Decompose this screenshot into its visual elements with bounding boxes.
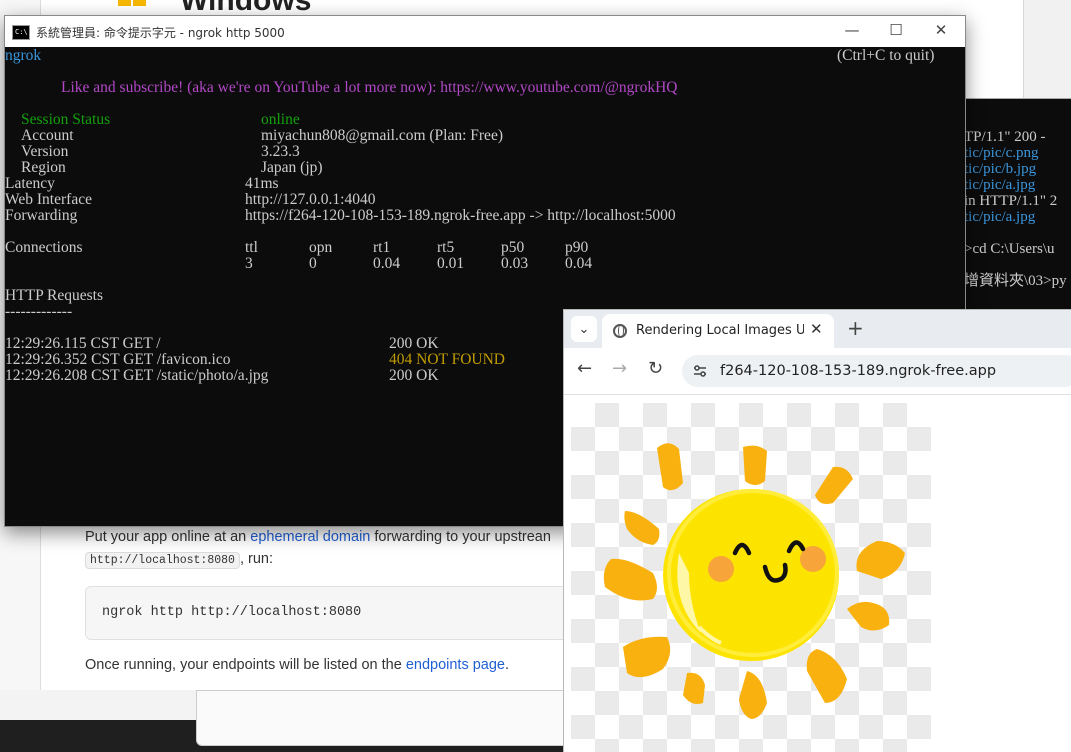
- conn-value-p90: 0.04: [565, 255, 593, 272]
- connections-label: Connections: [5, 239, 83, 256]
- conn-value-p50: 0.03: [501, 255, 529, 272]
- conn-value-rt1: 0.04: [373, 255, 401, 272]
- tab-close-icon[interactable]: ✕: [810, 320, 823, 338]
- tab-strip: ⌄ Rendering Local Images Using ✕ +: [564, 310, 1071, 348]
- forwarding-label: Forwarding: [5, 207, 78, 224]
- minimize-button[interactable]: —: [829, 16, 875, 47]
- code-block[interactable]: ngrok http http://localhost:8080: [85, 586, 577, 640]
- sun-image: [603, 443, 905, 719]
- sun-ray: [806, 649, 847, 703]
- sun-ray: [657, 443, 683, 491]
- doc-paragraph-endpoints: Once running, your endpoints will be lis…: [85, 657, 510, 673]
- url-text: f264-120-108-153-189.ngrok-free.app: [720, 363, 997, 379]
- tab-search-button[interactable]: ⌄: [571, 316, 597, 342]
- session-status-label: Session Status: [21, 111, 111, 128]
- account-label: Account: [21, 127, 74, 144]
- sun-ray: [683, 672, 705, 704]
- latency-value: 41ms: [245, 175, 279, 192]
- sun-ray: [856, 541, 905, 579]
- sun-ray: [739, 671, 767, 719]
- close-button[interactable]: ✕: [918, 16, 964, 47]
- forward-button[interactable]: →: [612, 358, 627, 379]
- http-requests-rule: -------------: [5, 303, 73, 320]
- web-interface-label: Web Interface: [5, 191, 92, 208]
- conn-value-ttl: 3: [245, 255, 253, 272]
- conn-header-p90: p90: [565, 239, 589, 256]
- code-block-command: ngrok http http://localhost:8080: [102, 605, 362, 620]
- inline-code-localhost: http://localhost:8080: [85, 552, 240, 569]
- region-label: Region: [21, 159, 66, 176]
- console-window-title: 系統管理員: 命令提示字元 - ngrok http 5000: [36, 26, 285, 40]
- sun-ray: [624, 511, 660, 545]
- web-interface-value: http://127.0.0.1:4040: [245, 191, 376, 208]
- globe-icon: [613, 324, 627, 338]
- terminal2-output: TP/1.1" 200 - tic/pic/c.png tic/pic/b.jp…: [964, 129, 1067, 289]
- sun-ray: [815, 466, 853, 504]
- session-status-value: online: [261, 111, 300, 128]
- background-strip: [0, 690, 196, 720]
- http-requests-label: HTTP Requests: [5, 287, 104, 304]
- tab-rendering-local-images[interactable]: Rendering Local Images Using ✕: [602, 314, 834, 348]
- endpoints-page-link[interactable]: endpoints page: [406, 657, 505, 673]
- maximize-button[interactable]: ☐: [873, 16, 919, 47]
- back-button[interactable]: ←: [577, 358, 592, 379]
- sun-ray: [743, 445, 767, 485]
- doc-right-panel: [1023, 0, 1071, 100]
- doc-paragraph-run: http://localhost:8080, run:: [85, 551, 273, 569]
- new-tab-button[interactable]: +: [847, 316, 864, 340]
- site-info-icon[interactable]: [692, 363, 708, 379]
- request-status: 200 OK: [389, 367, 439, 384]
- sun-cheek: [708, 556, 734, 582]
- transparent-image-background: [571, 403, 931, 752]
- conn-header-opn: opn: [309, 239, 333, 256]
- sun-ray: [847, 601, 890, 631]
- terminal2-window[interactable]: TP/1.1" 200 - tic/pic/c.png tic/pic/b.jp…: [955, 98, 1071, 311]
- browser-window[interactable]: ⌄ Rendering Local Images Using ✕ + ← → ↻…: [563, 309, 1071, 752]
- ngrok-app-name: ngrok: [5, 47, 42, 64]
- region-value: Japan (jp): [261, 159, 323, 176]
- sun-ray: [623, 636, 671, 678]
- console-titlebar[interactable]: C:\ 系統管理員: 命令提示字元 - ngrok http 5000 — ☐ …: [5, 16, 965, 47]
- browser-toolbar: ← → ↻ f264-120-108-153-189.ngrok-free.ap…: [564, 348, 1071, 395]
- reload-button[interactable]: ↻: [648, 358, 663, 379]
- background-window-bottom: [196, 690, 578, 746]
- conn-header-rt5: rt5: [437, 239, 455, 256]
- account-value: miyachun808@gmail.com (Plan: Free): [261, 127, 503, 144]
- latency-label: Latency: [5, 175, 55, 192]
- conn-value-opn: 0: [309, 255, 317, 272]
- quit-hint: (Ctrl+C to quit): [837, 47, 935, 64]
- promo-line: Like and subscribe! (aka we're on YouTub…: [61, 79, 678, 96]
- ephemeral-domain-link[interactable]: ephemeral domain: [250, 529, 370, 545]
- sun-ray: [603, 558, 657, 601]
- conn-header-ttl: ttl: [245, 239, 258, 256]
- tab-title: Rendering Local Images Using: [636, 323, 804, 338]
- conn-header-rt1: rt1: [373, 239, 391, 256]
- version-value: 3.23.3: [261, 143, 300, 160]
- request-row: 12:29:26.352 CST GET /favicon.ico: [5, 351, 231, 368]
- windows-logo-icon: [118, 0, 148, 8]
- conn-value-rt5: 0.01: [437, 255, 465, 272]
- forwarding-value: https://f264-120-108-153-189.ngrok-free.…: [245, 207, 676, 224]
- request-row: 12:29:26.208 CST GET /static/photo/a.jpg: [5, 367, 269, 384]
- request-status: 200 OK: [389, 335, 439, 352]
- page-viewport: [564, 395, 1071, 752]
- conn-header-p50: p50: [501, 239, 525, 256]
- address-bar[interactable]: f264-120-108-153-189.ngrok-free.app: [682, 355, 1071, 387]
- doc-paragraph-forwarding: Put your app online at an ephemeral doma…: [85, 529, 551, 545]
- request-row: 12:29:26.115 CST GET /: [5, 335, 161, 352]
- cmd-icon: C:\: [12, 25, 30, 40]
- version-label: Version: [21, 143, 69, 160]
- request-status-error: 404 NOT FOUND: [389, 351, 505, 368]
